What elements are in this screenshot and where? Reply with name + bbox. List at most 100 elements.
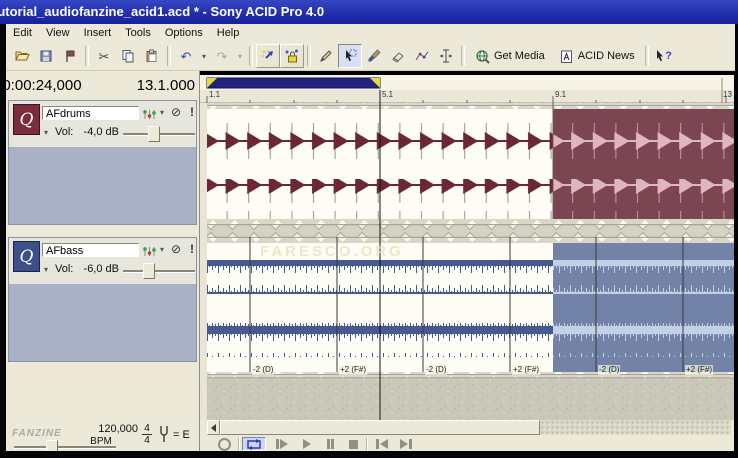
track-header-controls: Q AFbass ▾ ⊘ ! ▾ Vol: -6,0 dB (9, 238, 196, 284)
eraser-icon (390, 48, 406, 64)
chevron-down-icon: ▾ (202, 52, 206, 61)
draw-tool-button[interactable] (314, 44, 338, 68)
toolbar-separator (249, 46, 253, 66)
start-bar-icon (376, 439, 379, 449)
whats-this-help-button[interactable]: ? (652, 44, 676, 68)
copy-button[interactable] (116, 44, 140, 68)
menu-view[interactable]: View (39, 25, 77, 41)
pause-icon (331, 439, 334, 449)
menu-insert[interactable]: Insert (77, 25, 119, 41)
go-to-end-button[interactable] (394, 437, 418, 451)
vol-value: -6,0 dB (81, 263, 119, 275)
time-signature[interactable]: 4 4 (142, 423, 152, 446)
vol-slider-thumb[interactable] (143, 263, 155, 279)
go-to-start-button[interactable] (370, 437, 394, 451)
get-media-button[interactable]: Get Media (468, 44, 552, 68)
pause-button[interactable] (318, 437, 342, 451)
bpm-label: BPM (64, 436, 138, 447)
menu-options[interactable]: Options (158, 25, 210, 41)
globe-icon (475, 49, 490, 64)
stop-button[interactable] (341, 437, 365, 451)
track-fx-icon[interactable] (142, 108, 157, 121)
erase-tool-button[interactable] (386, 44, 410, 68)
undo-dropdown[interactable]: ▾ (198, 44, 210, 68)
acid-news-button[interactable]: ACID News (552, 44, 642, 68)
left-arrow-icon (211, 424, 216, 432)
cut-button[interactable]: ✂ (92, 44, 116, 68)
beat-at-cursor[interactable]: 13.1.000 (137, 77, 195, 94)
vol-slider-track[interactable] (123, 270, 195, 273)
lock-envelopes-icon (284, 48, 300, 64)
time-signature-numerator: 4 (142, 423, 152, 434)
scroll-left-button[interactable] (207, 420, 220, 435)
paint-tool-button[interactable] (362, 44, 386, 68)
paint-brush-icon (366, 48, 382, 64)
play-triangle-icon (280, 439, 288, 449)
track-name-field[interactable]: AFbass (42, 243, 139, 257)
publish-button[interactable] (58, 44, 82, 68)
play-button[interactable] (295, 437, 319, 451)
time-display: 00:00:24,000 13.1.000 (6, 71, 199, 99)
pause-icon (327, 439, 330, 449)
menu-tools[interactable]: Tools (118, 25, 158, 41)
envelope-tool-button[interactable] (410, 44, 434, 68)
open-folder-icon (14, 48, 30, 64)
record-icon (218, 438, 231, 451)
loop-region-bar[interactable] (207, 78, 380, 88)
scrollbar-thumb[interactable] (220, 420, 540, 435)
toolbar-separator (461, 46, 465, 66)
lock-envelopes-button[interactable] (280, 44, 304, 68)
enable-snapping-button[interactable] (256, 44, 280, 68)
time-stretch-icon (438, 48, 454, 64)
title-bar[interactable]: tutorial_audiofanzine_acid1.acd * - Sony… (0, 0, 738, 24)
menu-help[interactable]: Help (210, 25, 247, 41)
track-header-afbass[interactable]: Q AFbass ▾ ⊘ ! ▾ Vol: -6,0 dB (8, 237, 197, 362)
publish-flag-icon (62, 48, 78, 64)
go-to-end-icon (400, 439, 408, 449)
track-fx-icon[interactable] (142, 245, 157, 258)
bass-track-event[interactable] (207, 237, 734, 378)
tempo-controls: FANZINE 120,000 BPM 4 4 = E (6, 420, 199, 452)
track-list-panel: 00:00:24,000 13.1.000 Q AFdrums ▾ ⊘ ! ▾ … (6, 71, 199, 452)
track-name-field[interactable]: AFdrums (42, 106, 139, 120)
solo-button[interactable]: ! (190, 242, 194, 256)
transport-separator (238, 438, 240, 450)
selection-arrow-icon (342, 48, 358, 64)
track-header-afdrums[interactable]: Q AFdrums ▾ ⊘ ! ▾ Vol: -4,0 dB (8, 100, 197, 225)
track-header-controls: Q AFdrums ▾ ⊘ ! ▾ Vol: -4,0 dB (9, 101, 196, 147)
scrollbar-track[interactable] (540, 420, 731, 435)
record-button[interactable] (212, 437, 236, 451)
envelope-tool-icon (414, 48, 430, 64)
mute-button[interactable]: ⊘ (171, 105, 181, 119)
redo-button[interactable]: ↷ (210, 44, 234, 68)
vol-slider-thumb[interactable] (148, 126, 160, 142)
open-button[interactable] (10, 44, 34, 68)
vol-label[interactable]: Vol: (55, 126, 73, 138)
fx-dropdown-arrow[interactable]: ▾ (160, 108, 164, 117)
mute-button[interactable]: ⊘ (171, 242, 181, 256)
loop-playback-button[interactable] (242, 437, 266, 451)
undo-button[interactable]: ↶ (174, 44, 198, 68)
redo-dropdown[interactable]: ▾ (234, 44, 246, 68)
tuning-fork-icon[interactable] (158, 424, 170, 444)
ruler-label: 5.1 (382, 90, 393, 99)
time-stretch-tool-button[interactable] (434, 44, 458, 68)
save-button[interactable] (34, 44, 58, 68)
vol-label[interactable]: Vol: (55, 263, 73, 275)
solo-button[interactable]: ! (190, 105, 194, 119)
paste-button[interactable] (140, 44, 164, 68)
vol-expand-arrow[interactable]: ▾ (44, 265, 48, 274)
pencil-icon (318, 48, 334, 64)
fx-dropdown-arrow[interactable]: ▾ (160, 245, 164, 254)
menu-edit[interactable]: Edit (6, 25, 39, 41)
bpm-value[interactable]: 120,000 (64, 423, 138, 435)
vol-expand-arrow[interactable]: ▾ (44, 128, 48, 137)
play-from-start-button[interactable] (270, 437, 294, 451)
timeline-area: 1.1 5.1 9.1 13 -2 (D) +2 (F#) -2 (D) +2 … (200, 75, 734, 420)
selection-tool-button[interactable] (338, 44, 362, 68)
time-at-cursor[interactable]: 00:00:24,000 (6, 77, 82, 94)
toolbar-separator (645, 46, 649, 66)
drums-track-event[interactable] (207, 103, 734, 225)
key-value[interactable]: = E (173, 429, 190, 441)
acid-pro-window: { "window": {"title": "tutorial_audiofan… (0, 0, 738, 458)
